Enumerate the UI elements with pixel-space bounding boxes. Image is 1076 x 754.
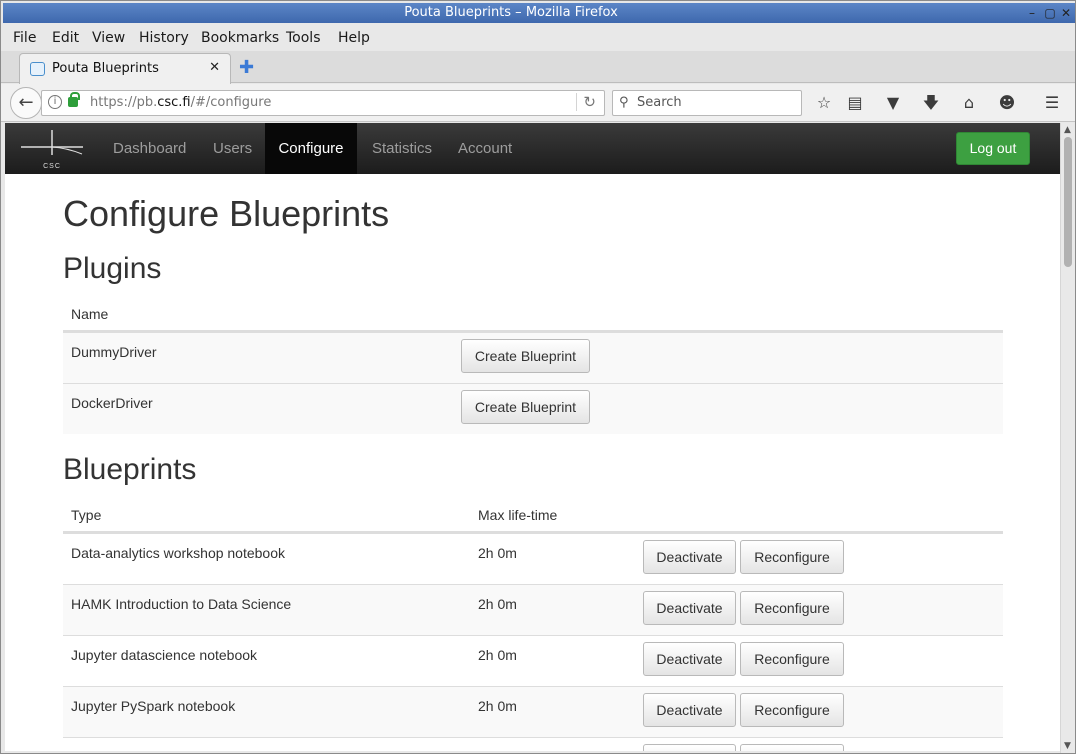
new-tab-icon[interactable]: ✚	[239, 57, 254, 78]
site-navbar: CSC Dashboard Users Configure Statistics…	[5, 123, 1060, 174]
tab-title: Pouta Blueprints	[52, 61, 159, 76]
url-path: /#/configure	[190, 95, 272, 110]
reading-list-icon[interactable]: ▤	[844, 92, 866, 114]
deactivate-button-partial[interactable]	[643, 744, 736, 751]
scroll-up-icon[interactable]: ▲	[1064, 125, 1071, 135]
page-scrollbar[interactable]: ▲ ▼	[1060, 123, 1075, 753]
logo-text: CSC	[43, 163, 61, 170]
url-bar[interactable]: i https://pb.csc.fi/#/configure ↻	[41, 90, 605, 116]
browser-window: Pouta Blueprints – Mozilla Firefox – ▢ ✕…	[0, 0, 1076, 754]
tab-pouta-blueprints[interactable]: Pouta Blueprints ✕	[19, 53, 231, 84]
tab-strip: Pouta Blueprints ✕ ✚	[1, 51, 1075, 84]
close-tab-icon[interactable]: ✕	[209, 60, 220, 75]
nav-statistics[interactable]: Statistics	[372, 123, 432, 174]
search-icon: ⚲	[619, 95, 629, 110]
blueprint-lifetime: 2h 0m	[478, 698, 517, 714]
csc-logo[interactable]: CSC	[19, 127, 85, 171]
table-row: Jupyter datascience notebook 2h 0m Deact…	[63, 635, 1003, 686]
menu-edit[interactable]: Edit	[52, 30, 79, 46]
home-icon[interactable]: ⌂	[958, 92, 980, 114]
menu-tools[interactable]: Tools	[286, 30, 321, 46]
url-text: https://pb.csc.fi/#/configure	[90, 95, 271, 110]
blueprint-lifetime: 2h 0m	[478, 596, 517, 612]
blueprints-heading: Blueprints	[63, 453, 197, 486]
blueprint-type: HAMK Introduction to Data Science	[71, 596, 292, 612]
menu-file[interactable]: File	[13, 30, 36, 46]
nav-configure[interactable]: Configure	[265, 123, 357, 174]
page-title: Configure Blueprints	[63, 193, 390, 234]
logout-button[interactable]: Log out	[956, 132, 1030, 165]
info-icon[interactable]: i	[48, 95, 62, 109]
table-header: Name	[63, 294, 1003, 332]
blueprint-lifetime: 2h 0m	[478, 545, 517, 561]
minimize-icon[interactable]: –	[1025, 6, 1039, 20]
plugins-table: Name DummyDriver Create Blueprint Docker…	[63, 294, 1003, 434]
window-title-bar: Pouta Blueprints – Mozilla Firefox – ▢ ✕	[3, 3, 1075, 23]
deactivate-button[interactable]: Deactivate	[643, 591, 736, 625]
scroll-down-icon[interactable]: ▼	[1064, 741, 1071, 751]
blueprints-table: Type Max life-time Data-analytics worksh…	[63, 495, 1003, 751]
reconfigure-button[interactable]: Reconfigure	[740, 642, 844, 676]
table-header: Type Max life-time	[63, 495, 1003, 533]
scrollbar-thumb[interactable]	[1064, 137, 1072, 267]
page-viewport: CSC Dashboard Users Configure Statistics…	[5, 123, 1060, 751]
menu-icon[interactable]: ☰	[1041, 92, 1063, 114]
menu-help[interactable]: Help	[338, 30, 370, 46]
reload-icon[interactable]: ↻	[576, 93, 596, 111]
blueprint-type: Data-analytics workshop notebook	[71, 545, 286, 561]
column-header-type: Type	[71, 507, 102, 523]
blueprint-lifetime: 2h 0m	[478, 647, 517, 663]
chat-icon[interactable]: ☻	[996, 92, 1018, 114]
reconfigure-button-partial[interactable]	[740, 744, 844, 751]
url-domain: csc.fi	[157, 95, 191, 110]
search-input[interactable]	[637, 95, 797, 110]
maximize-icon[interactable]: ▢	[1043, 6, 1057, 20]
close-window-icon[interactable]: ✕	[1059, 6, 1073, 20]
column-header-name: Name	[71, 306, 109, 322]
blueprint-type: Jupyter PySpark notebook	[71, 698, 236, 714]
table-row: Data-analytics workshop notebook 2h 0m D…	[63, 533, 1003, 584]
nav-dashboard[interactable]: Dashboard	[113, 123, 186, 174]
pocket-icon[interactable]: ▼	[882, 92, 904, 114]
download-icon[interactable]: 🡇	[920, 92, 942, 114]
plugin-name: DummyDriver	[71, 344, 157, 360]
blueprint-type: Jupyter datascience notebook	[71, 647, 258, 663]
window-title: Pouta Blueprints – Mozilla Firefox	[404, 5, 618, 20]
menu-bookmarks[interactable]: Bookmarks	[201, 30, 279, 46]
deactivate-button[interactable]: Deactivate	[643, 540, 736, 574]
reconfigure-button[interactable]: Reconfigure	[740, 540, 844, 574]
table-row: DummyDriver Create Blueprint	[63, 332, 1003, 383]
cloud-favicon-icon	[30, 62, 45, 76]
column-header-max-lifetime: Max life-time	[478, 507, 558, 523]
table-row: DockerDriver Create Blueprint	[63, 383, 1003, 434]
plugins-heading: Plugins	[63, 252, 162, 285]
deactivate-button[interactable]: Deactivate	[643, 693, 736, 727]
back-arrow-icon[interactable]: ←	[10, 87, 42, 119]
menu-view[interactable]: View	[92, 30, 125, 46]
lock-icon	[68, 92, 80, 107]
table-row: HAMK Introduction to Data Science 2h 0m …	[63, 584, 1003, 635]
nav-users[interactable]: Users	[213, 123, 252, 174]
menu-history[interactable]: History	[139, 30, 189, 46]
nav-account[interactable]: Account	[458, 123, 512, 174]
table-row: Jupyter PySpark notebook 2h 0m Deactivat…	[63, 686, 1003, 737]
reconfigure-button[interactable]: Reconfigure	[740, 591, 844, 625]
navigation-toolbar: ← i https://pb.csc.fi/#/configure ↻ ⚲ ☆ …	[1, 84, 1075, 122]
deactivate-button[interactable]: Deactivate	[643, 642, 736, 676]
reconfigure-button[interactable]: Reconfigure	[740, 693, 844, 727]
plugin-name: DockerDriver	[71, 395, 153, 411]
create-blueprint-button[interactable]: Create Blueprint	[461, 339, 590, 373]
menu-bar: File Edit View History Bookmarks Tools H…	[1, 25, 1075, 51]
star-icon[interactable]: ☆	[813, 92, 835, 114]
search-box: ⚲	[612, 90, 802, 116]
url-prefix: https://pb.	[90, 95, 158, 110]
table-row-partial	[63, 737, 1003, 751]
create-blueprint-button[interactable]: Create Blueprint	[461, 390, 590, 424]
